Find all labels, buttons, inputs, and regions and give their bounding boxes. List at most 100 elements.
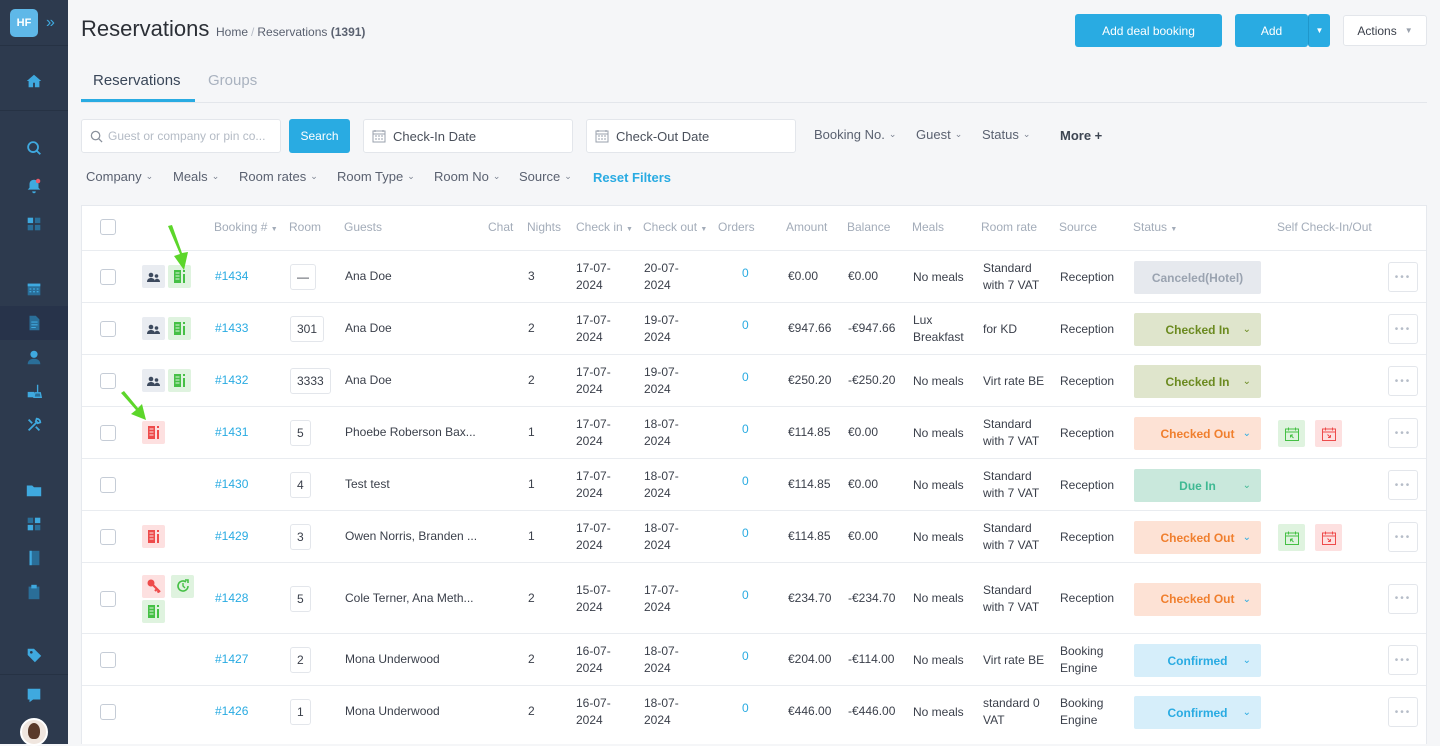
table-row[interactable]: #1433 301 Ana Doe 2 17-07- 2024 19-07- 2024 0 €94… (82, 302, 1426, 354)
housekeeping-icon[interactable] (0, 374, 68, 408)
guest-name[interactable]: Ana Doe (345, 268, 392, 285)
filter-booking-no[interactable]: Booking No. ⌄ (814, 127, 896, 142)
refresh-icon[interactable] (171, 574, 194, 598)
status-dropdown[interactable]: Checked Out ⌄ (1134, 417, 1261, 450)
row-checkbox[interactable] (100, 477, 116, 493)
row-more-options-button[interactable]: ••• (1388, 470, 1418, 500)
filter-room-rates[interactable]: Room rates ⌄ (239, 169, 318, 184)
filter-source[interactable]: Source ⌄ (519, 169, 572, 184)
room-badge[interactable]: 2 (290, 647, 311, 673)
status-dropdown[interactable]: Due In ⌄ (1134, 469, 1261, 502)
guest-name[interactable]: Ana Doe (345, 372, 392, 389)
key-icon[interactable] (142, 574, 165, 598)
invoice-icon[interactable] (168, 369, 191, 392)
row-checkbox[interactable] (100, 321, 116, 337)
group-icon[interactable] (142, 265, 165, 288)
add-dropdown-button[interactable]: ▼ (1308, 14, 1330, 47)
booking-number-link[interactable]: #1432 (215, 372, 248, 389)
status-dropdown[interactable]: Checked Out ⌄ (1134, 582, 1261, 616)
checkin-date-input[interactable]: Check-In Date (363, 119, 573, 153)
booking-number-link[interactable]: #1431 (215, 424, 248, 441)
booking-number-link[interactable]: #1426 (215, 703, 248, 720)
invoice-icon[interactable] (142, 525, 165, 548)
select-all-checkbox[interactable] (100, 219, 116, 235)
col-status[interactable]: Status ▼ (1133, 220, 1177, 234)
chat-support-icon[interactable] (0, 678, 68, 712)
guest-name[interactable]: Test test (345, 476, 390, 493)
search-icon[interactable] (0, 131, 68, 165)
actions-dropdown[interactable]: Actions ▼ (1343, 15, 1427, 46)
more-filters-button[interactable]: More + (1060, 128, 1102, 143)
room-badge[interactable]: 5 (290, 420, 311, 446)
clipboard-icon[interactable] (0, 575, 68, 609)
table-row[interactable]: #1430 4 Test test 1 17-07- 2024 18-07- 2024 0 €11… (82, 458, 1426, 510)
pricing-tag-icon[interactable] (0, 638, 68, 672)
home-icon[interactable] (0, 64, 68, 98)
row-more-options-button[interactable]: ••• (1388, 697, 1418, 727)
self-checkout-icon[interactable] (1315, 420, 1342, 447)
table-row[interactable]: #1427 2 Mona Underwood 2 16-07- 2024 18-07- 202… (82, 633, 1426, 685)
orders-count[interactable]: 0 (742, 317, 749, 334)
booking-number-link[interactable]: #1428 (215, 590, 248, 607)
orders-count[interactable]: 0 (742, 700, 749, 717)
self-checkout-icon[interactable] (1315, 524, 1342, 551)
add-button[interactable]: Add (1235, 14, 1308, 47)
room-badge[interactable]: 4 (290, 472, 311, 498)
guest-name[interactable]: Mona Underwood (345, 703, 440, 720)
orders-count[interactable]: 0 (742, 473, 749, 490)
filter-meals[interactable]: Meals ⌄ (173, 169, 219, 184)
guest-name[interactable]: Phoebe Roberson Bax... (345, 424, 476, 441)
filter-room-type[interactable]: Room Type ⌄ (337, 169, 415, 184)
booking-number-link[interactable]: #1434 (215, 268, 248, 285)
tab-groups[interactable]: Groups (208, 72, 257, 89)
row-more-options-button[interactable]: ••• (1388, 262, 1418, 292)
tab-reservations[interactable]: Reservations (93, 72, 181, 89)
calendar-icon[interactable] (0, 272, 68, 306)
table-row[interactable]: #1432 3333 Ana Doe 2 17-07- 2024 19-07- 2024 0 €2… (82, 354, 1426, 406)
invoice-icon[interactable] (168, 317, 191, 340)
add-deal-booking-button[interactable]: Add deal booking (1075, 14, 1222, 47)
row-checkbox[interactable] (100, 704, 116, 720)
modules-icon[interactable] (0, 507, 68, 541)
guest-name[interactable]: Owen Norris, Branden ... (345, 528, 477, 545)
row-more-options-button[interactable]: ••• (1388, 366, 1418, 396)
reset-filters-link[interactable]: Reset Filters (593, 170, 671, 185)
orders-count[interactable]: 0 (742, 265, 749, 282)
invoice-icon[interactable] (168, 265, 191, 288)
table-row[interactable]: #1429 3 Owen Norris, Branden ... 1 17-07- 202… (82, 510, 1426, 562)
row-checkbox[interactable] (100, 373, 116, 389)
row-more-options-button[interactable]: ••• (1388, 314, 1418, 344)
guest-name[interactable]: Mona Underwood (345, 651, 440, 668)
orders-count[interactable]: 0 (742, 648, 749, 665)
ledger-icon[interactable] (0, 541, 68, 575)
logo[interactable]: HF (10, 8, 38, 37)
group-icon[interactable] (142, 317, 165, 340)
expand-sidebar-icon[interactable]: » (46, 14, 55, 32)
room-badge[interactable]: — (290, 264, 316, 290)
self-checkin-icon[interactable] (1278, 524, 1305, 551)
orders-count[interactable]: 0 (742, 525, 749, 542)
status-dropdown[interactable]: Confirmed ⌄ (1134, 644, 1261, 677)
col-checkin[interactable]: Check in ▼ (576, 220, 633, 234)
status-dropdown[interactable]: Canceled(Hotel) (1134, 261, 1261, 294)
group-icon[interactable] (142, 369, 165, 392)
room-badge[interactable]: 1 (290, 699, 311, 725)
table-row[interactable]: #1428 5 Cole Terner, Ana Meth... 2 15-07- 202… (82, 562, 1426, 633)
room-badge[interactable]: 3 (290, 524, 311, 550)
booking-number-link[interactable]: #1429 (215, 528, 248, 545)
invoice-icon[interactable] (142, 599, 165, 623)
status-dropdown[interactable]: Confirmed ⌄ (1134, 696, 1261, 729)
breadcrumb-home[interactable]: Home (216, 25, 248, 39)
status-dropdown[interactable]: Checked In ⌄ (1134, 313, 1261, 346)
row-checkbox[interactable] (100, 652, 116, 668)
table-row[interactable]: #1434 — Ana Doe 3 17-07- 2024 20-07- 2024 0 €0.00… (82, 250, 1426, 302)
filter-room-no[interactable]: Room No ⌄ (434, 169, 500, 184)
row-more-options-button[interactable]: ••• (1388, 418, 1418, 448)
booking-number-link[interactable]: #1427 (215, 651, 248, 668)
tools-icon[interactable] (0, 408, 68, 442)
booking-number-link[interactable]: #1433 (215, 320, 248, 337)
guests-icon[interactable] (0, 340, 68, 374)
row-more-options-button[interactable]: ••• (1388, 645, 1418, 675)
search-button[interactable]: Search (289, 119, 350, 153)
status-dropdown[interactable]: Checked Out ⌄ (1134, 521, 1261, 554)
